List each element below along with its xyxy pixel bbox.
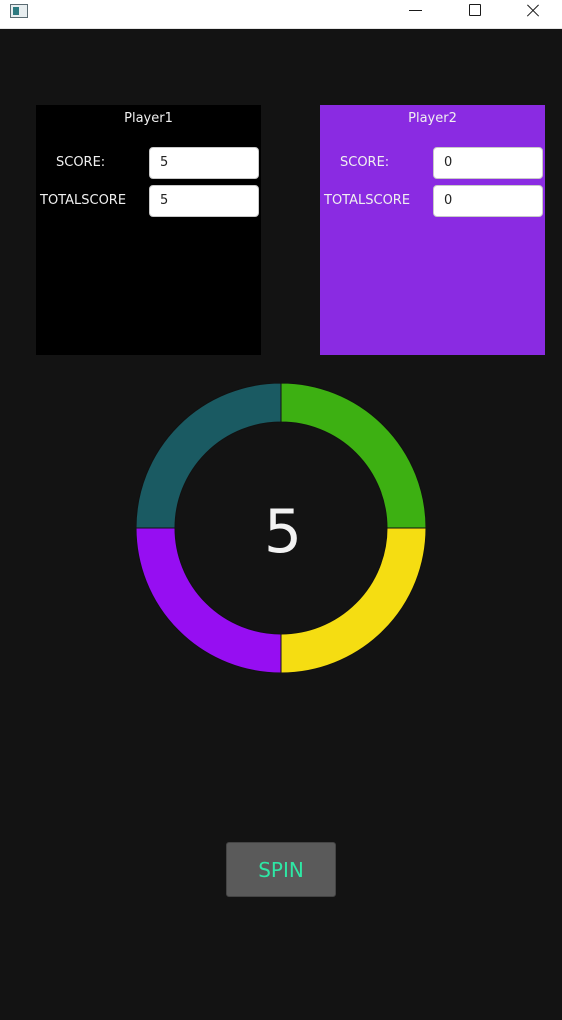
player2-title: Player2 (408, 111, 457, 126)
player1-total-field[interactable]: 5 (149, 185, 259, 217)
player1-score-label: SCORE: (56, 155, 106, 170)
player1-score-field[interactable]: 5 (149, 147, 259, 179)
player2-score-field[interactable]: 0 (433, 147, 543, 179)
minimize-icon[interactable] (387, 0, 445, 29)
player2-panel: Player2 SCORE: 0 TOTALSCORE 0 (320, 105, 545, 355)
title-bar (0, 0, 562, 29)
spin-wheel: 5 (135, 382, 427, 674)
player1-title: Player1 (124, 111, 173, 126)
player1-panel: Player1 SCORE: 5 TOTALSCORE 5 (36, 105, 261, 355)
app-window-icon (10, 4, 28, 18)
player2-total-label: TOTALSCORE (324, 193, 411, 208)
close-icon[interactable] (503, 0, 561, 29)
wheel-result-number: 5 (263, 497, 303, 567)
player2-score-label: SCORE: (340, 155, 390, 170)
spin-button[interactable]: SPIN (226, 842, 336, 897)
player1-total-label: TOTALSCORE (40, 193, 127, 208)
maximize-icon[interactable] (445, 0, 503, 29)
player2-total-field[interactable]: 0 (433, 185, 543, 217)
